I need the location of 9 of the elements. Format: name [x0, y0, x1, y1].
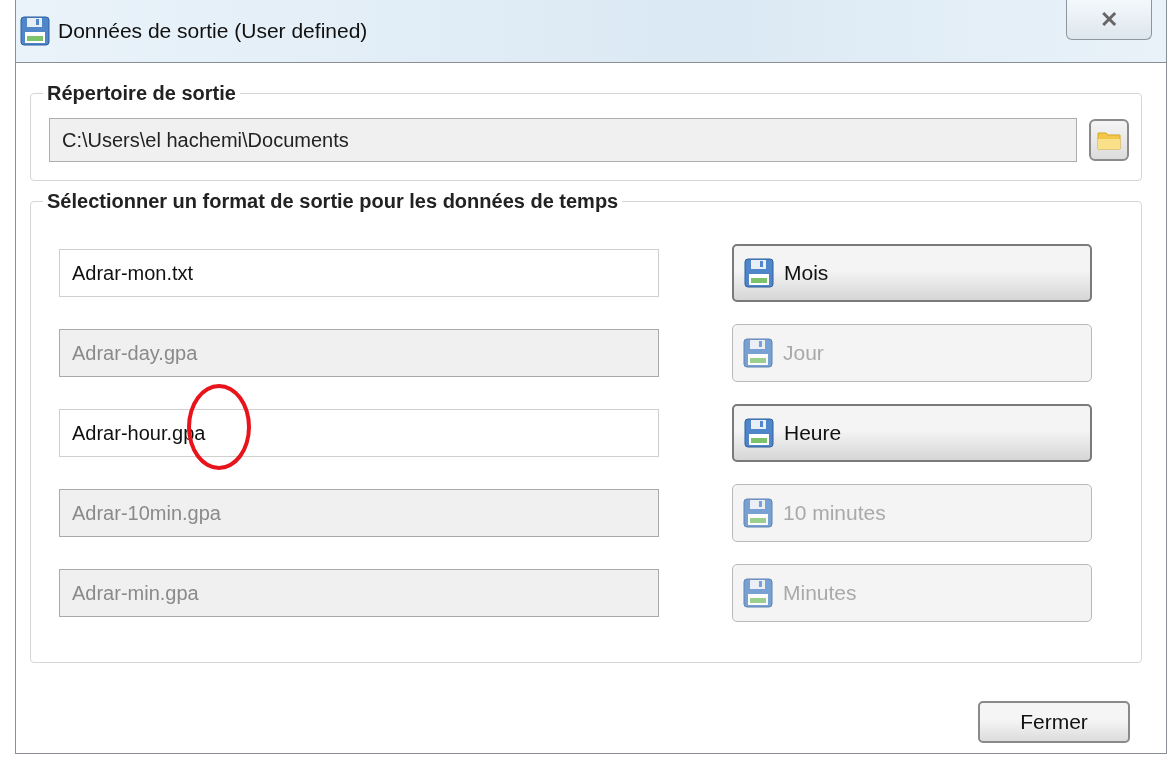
save-button[interactable]: Mois [732, 244, 1092, 302]
save-button[interactable]: Heure [732, 404, 1092, 462]
window-title: Données de sortie (User defined) [58, 18, 368, 45]
browse-button[interactable] [1088, 119, 1129, 161]
file-name-field[interactable]: Adrar-mon.txt [59, 249, 659, 297]
close-button[interactable]: Fermer [978, 701, 1130, 743]
directory-field[interactable]: C:\Users\el hachemi\Documents [49, 118, 1077, 162]
folder-icon [1096, 130, 1121, 150]
close-button[interactable]: ✕ [1066, 0, 1152, 40]
